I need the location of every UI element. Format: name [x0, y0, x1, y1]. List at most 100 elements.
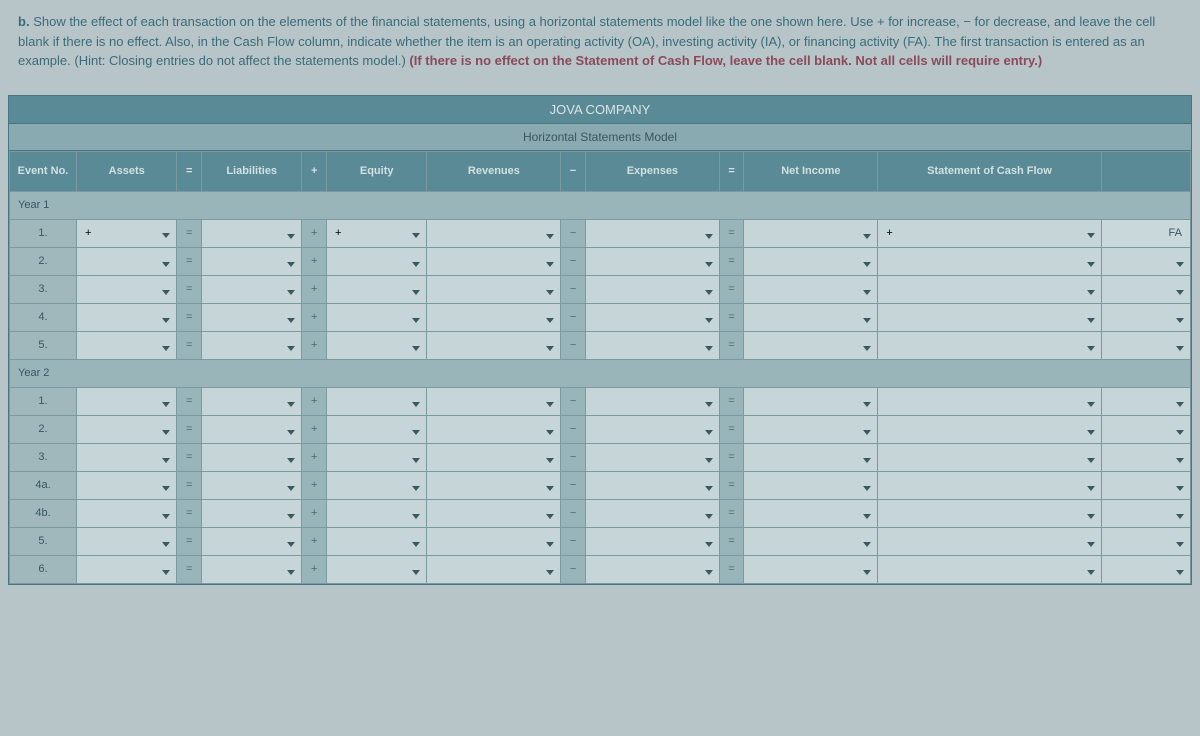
revenues-cell[interactable] [427, 527, 561, 555]
liabilities-cell[interactable] [201, 275, 301, 303]
equity-cell[interactable] [326, 555, 426, 583]
chevron-down-icon [162, 570, 170, 575]
activity-type-cell[interactable] [1101, 499, 1190, 527]
cash-flow-cell[interactable] [878, 247, 1101, 275]
expenses-cell[interactable] [585, 303, 719, 331]
revenues-cell[interactable] [427, 219, 561, 247]
assets-cell[interactable] [76, 331, 176, 359]
chevron-down-icon [863, 542, 871, 547]
net-income-cell[interactable] [744, 499, 878, 527]
revenues-cell[interactable] [427, 275, 561, 303]
net-income-cell[interactable] [744, 275, 878, 303]
expenses-cell[interactable] [585, 219, 719, 247]
net-income-cell[interactable] [744, 247, 878, 275]
year-label: Year 1 [10, 191, 1191, 219]
activity-type-cell[interactable] [1101, 415, 1190, 443]
liabilities-cell[interactable] [201, 527, 301, 555]
net-income-cell[interactable] [744, 471, 878, 499]
net-income-cell[interactable] [744, 415, 878, 443]
assets-cell[interactable]: + [76, 219, 176, 247]
liabilities-cell[interactable] [201, 331, 301, 359]
header-minus: − [561, 151, 586, 191]
assets-cell[interactable] [76, 415, 176, 443]
activity-type-cell[interactable] [1101, 275, 1190, 303]
cash-flow-cell[interactable] [878, 443, 1101, 471]
revenues-cell[interactable] [427, 471, 561, 499]
equity-cell[interactable] [326, 303, 426, 331]
liabilities-cell[interactable] [201, 247, 301, 275]
net-income-cell[interactable] [744, 555, 878, 583]
assets-cell[interactable] [76, 443, 176, 471]
expenses-cell[interactable] [585, 275, 719, 303]
assets-cell[interactable] [76, 387, 176, 415]
cash-flow-cell[interactable] [878, 527, 1101, 555]
revenues-cell[interactable] [427, 499, 561, 527]
expenses-cell[interactable] [585, 555, 719, 583]
revenues-cell[interactable] [427, 415, 561, 443]
activity-type-cell[interactable] [1101, 247, 1190, 275]
activity-type-cell[interactable] [1101, 527, 1190, 555]
cash-flow-cell[interactable] [878, 499, 1101, 527]
chevron-down-icon [1087, 402, 1095, 407]
liabilities-cell[interactable] [201, 387, 301, 415]
cash-flow-cell[interactable] [878, 331, 1101, 359]
revenues-cell[interactable] [427, 331, 561, 359]
assets-cell[interactable] [76, 275, 176, 303]
assets-cell[interactable] [76, 527, 176, 555]
liabilities-cell[interactable] [201, 471, 301, 499]
revenues-cell[interactable] [427, 443, 561, 471]
liabilities-cell[interactable] [201, 499, 301, 527]
expenses-cell[interactable] [585, 443, 719, 471]
equity-cell[interactable]: + [326, 219, 426, 247]
expenses-cell[interactable] [585, 331, 719, 359]
equity-cell[interactable] [326, 247, 426, 275]
assets-cell[interactable] [76, 499, 176, 527]
equity-cell[interactable] [326, 275, 426, 303]
revenues-cell[interactable] [427, 247, 561, 275]
equity-cell[interactable] [326, 443, 426, 471]
activity-type-cell[interactable] [1101, 555, 1190, 583]
net-income-cell[interactable] [744, 219, 878, 247]
equity-cell[interactable] [326, 499, 426, 527]
liabilities-cell[interactable] [201, 415, 301, 443]
expenses-cell[interactable] [585, 499, 719, 527]
revenues-cell[interactable] [427, 555, 561, 583]
activity-type-cell[interactable] [1101, 443, 1190, 471]
activity-type-cell[interactable] [1101, 387, 1190, 415]
cash-flow-cell[interactable] [878, 555, 1101, 583]
expenses-cell[interactable] [585, 415, 719, 443]
assets-cell[interactable] [76, 471, 176, 499]
activity-type-cell[interactable] [1101, 303, 1190, 331]
expenses-cell[interactable] [585, 471, 719, 499]
assets-cell[interactable] [76, 555, 176, 583]
equity-cell[interactable] [326, 387, 426, 415]
cash-flow-cell[interactable] [878, 275, 1101, 303]
assets-cell[interactable] [76, 247, 176, 275]
cash-flow-cell[interactable] [878, 471, 1101, 499]
expenses-cell[interactable] [585, 247, 719, 275]
equity-cell[interactable] [326, 331, 426, 359]
cash-flow-cell[interactable] [878, 415, 1101, 443]
liabilities-cell[interactable] [201, 303, 301, 331]
liabilities-cell[interactable] [201, 219, 301, 247]
net-income-cell[interactable] [744, 303, 878, 331]
net-income-cell[interactable] [744, 443, 878, 471]
activity-type-cell[interactable] [1101, 331, 1190, 359]
net-income-cell[interactable] [744, 527, 878, 555]
assets-cell[interactable] [76, 303, 176, 331]
revenues-cell[interactable] [427, 387, 561, 415]
equity-cell[interactable] [326, 415, 426, 443]
equity-cell[interactable] [326, 471, 426, 499]
cash-flow-cell[interactable] [878, 387, 1101, 415]
liabilities-cell[interactable] [201, 555, 301, 583]
net-income-cell[interactable] [744, 387, 878, 415]
cash-flow-cell[interactable] [878, 303, 1101, 331]
activity-type-cell[interactable] [1101, 471, 1190, 499]
cash-flow-cell[interactable]: + [878, 219, 1101, 247]
net-income-cell[interactable] [744, 331, 878, 359]
liabilities-cell[interactable] [201, 443, 301, 471]
revenues-cell[interactable] [427, 303, 561, 331]
expenses-cell[interactable] [585, 387, 719, 415]
expenses-cell[interactable] [585, 527, 719, 555]
equity-cell[interactable] [326, 527, 426, 555]
